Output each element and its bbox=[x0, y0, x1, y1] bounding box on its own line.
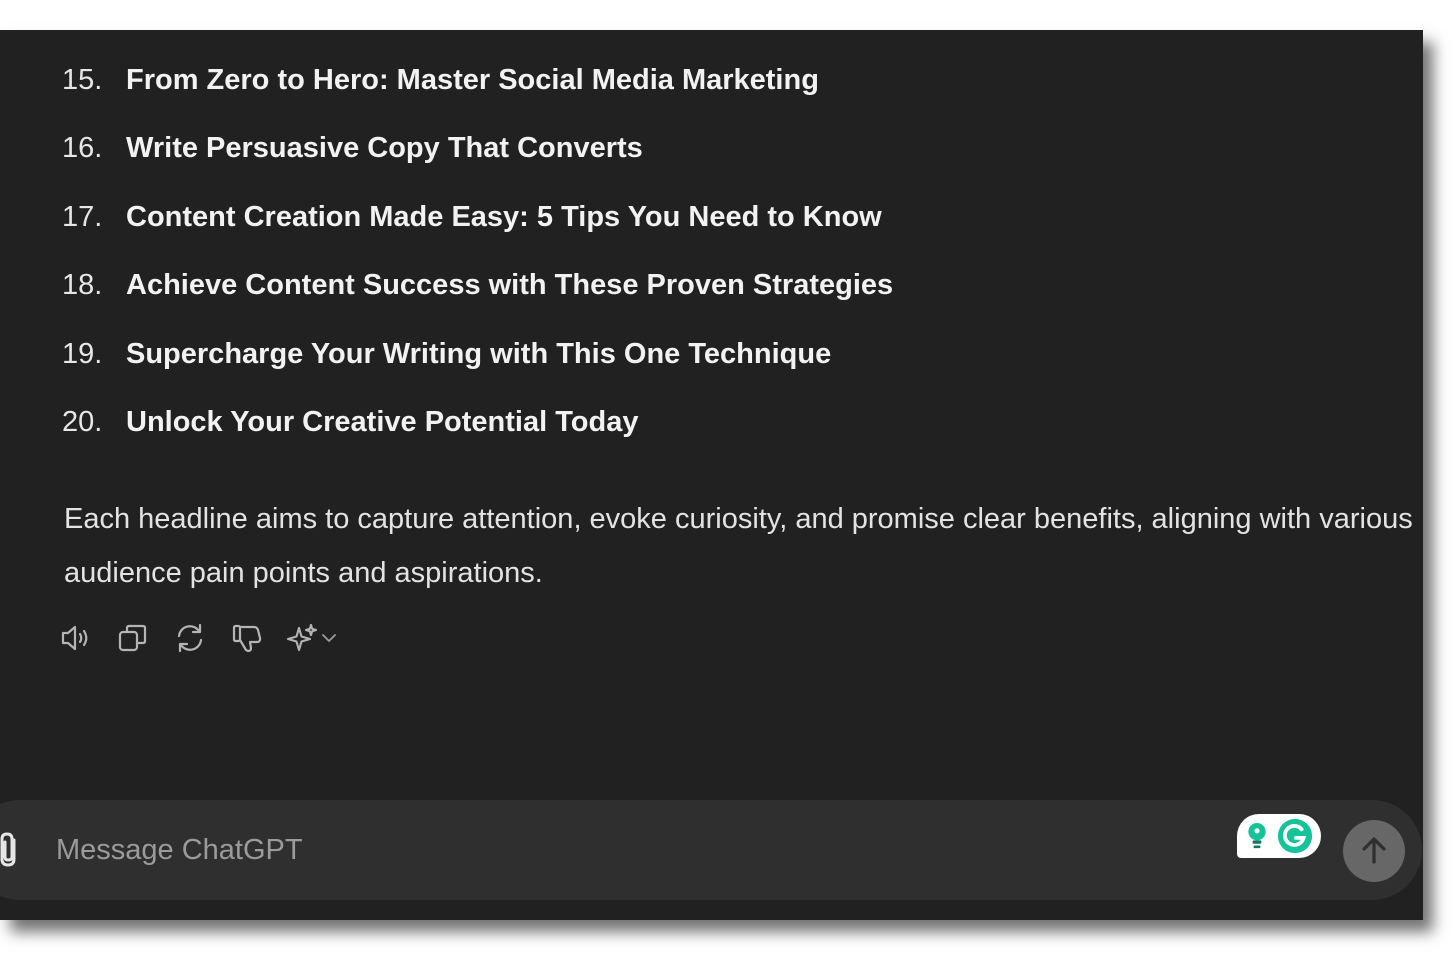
list-item-text: Write Persuasive Copy That Converts bbox=[126, 132, 643, 164]
bad-response-button[interactable] bbox=[229, 620, 265, 656]
list-item-text: Achieve Content Success with These Prove… bbox=[126, 269, 894, 301]
list-item: 15. From Zero to Hero: Master Social Medi… bbox=[62, 60, 819, 100]
list-item-number: 17. bbox=[62, 201, 103, 233]
summary-paragraph: Each headline aims to capture attention,… bbox=[64, 503, 1413, 589]
list-item: 19. Supercharge Your Writing with This On… bbox=[62, 334, 831, 374]
message-actions bbox=[58, 618, 344, 658]
read-aloud-button[interactable] bbox=[58, 620, 94, 656]
list-item-text: From Zero to Hero: Master Social Media M… bbox=[126, 64, 819, 96]
message-composer bbox=[0, 800, 1422, 900]
list-item: 20. Unlock Your Creative Potential Today bbox=[62, 402, 638, 442]
chevron-down-icon bbox=[322, 634, 336, 642]
list-item-text: Unlock Your Creative Potential Today bbox=[126, 406, 639, 438]
grammarly-icon bbox=[1277, 818, 1313, 854]
send-button[interactable] bbox=[1343, 820, 1405, 882]
message-input[interactable] bbox=[54, 826, 1158, 874]
list-item: 17. Content Creation Made Easy: 5 Tips Yo… bbox=[62, 197, 882, 237]
thumbs-down-icon bbox=[232, 624, 262, 653]
attach-button[interactable] bbox=[0, 830, 28, 870]
lightbulb-icon bbox=[1248, 823, 1266, 849]
copy-icon bbox=[118, 624, 147, 652]
regenerate-button[interactable] bbox=[172, 620, 208, 656]
list-item-text: Supercharge Your Writing with This One T… bbox=[126, 338, 832, 370]
speaker-icon bbox=[61, 625, 88, 651]
copy-button[interactable] bbox=[115, 620, 151, 656]
grammarly-widget[interactable] bbox=[1237, 814, 1321, 858]
list-item: 18. Achieve Content Success with These Pr… bbox=[62, 265, 893, 305]
list-item-number: 20. bbox=[62, 406, 103, 438]
sparkle-icon bbox=[286, 623, 318, 652]
switch-model-button[interactable] bbox=[286, 620, 344, 656]
list-item-number: 19. bbox=[62, 338, 103, 370]
chat-window: 15. From Zero to Hero: Master Social Medi… bbox=[0, 30, 1423, 920]
regenerate-icon bbox=[177, 623, 203, 653]
list-item: 16. Write Persuasive Copy That Converts bbox=[62, 128, 643, 168]
list-item-number: 15. bbox=[62, 64, 103, 96]
list-item-text: Content Creation Made Easy: 5 Tips You N… bbox=[126, 201, 882, 233]
list-item-number: 16. bbox=[62, 132, 103, 164]
arrow-up-icon bbox=[1362, 837, 1386, 864]
paperclip-icon bbox=[0, 832, 16, 867]
list-item-number: 18. bbox=[62, 269, 103, 301]
